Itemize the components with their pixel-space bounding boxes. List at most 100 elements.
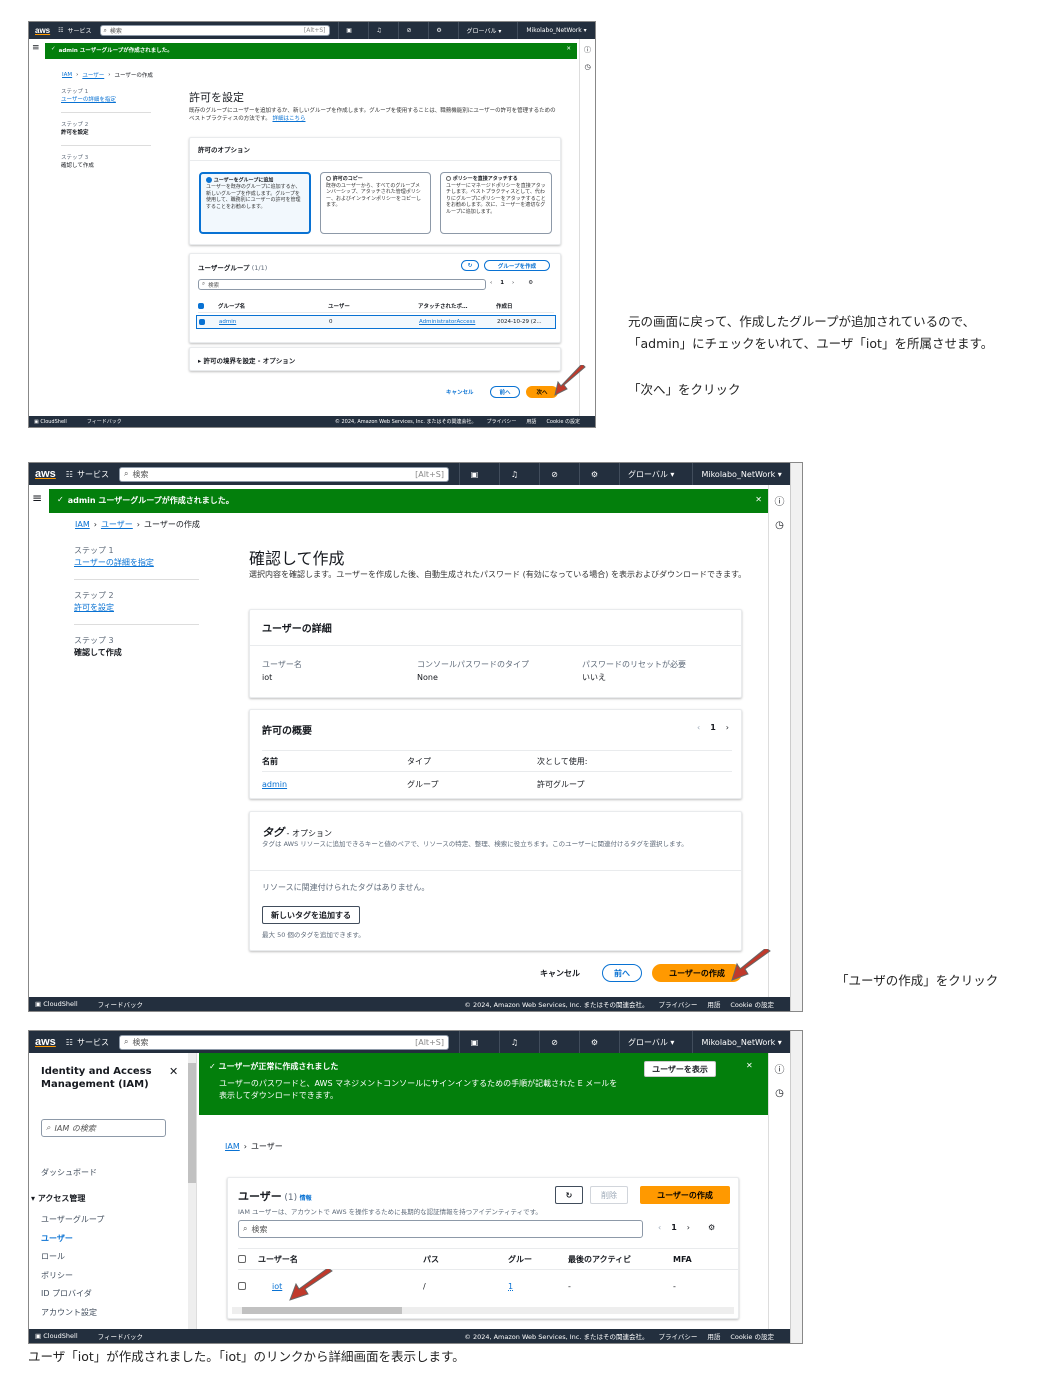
prev-page-icon[interactable]: ‹: [658, 1223, 661, 1232]
cloudshell-icon[interactable]: ▣: [458, 1031, 489, 1053]
cloudshell-link[interactable]: ▣ CloudShell: [35, 1000, 88, 1008]
group-admin-link[interactable]: admin: [219, 319, 329, 325]
learn-more-link[interactable]: 詳細はこちら: [272, 116, 305, 122]
boundary-card[interactable]: ▸ 許可の境界を設定 - オプション: [189, 347, 561, 371]
cloudshell-link[interactable]: ▣ CloudShell: [35, 1332, 88, 1340]
account-menu[interactable]: Mikolabo_NetWork ▾: [517, 22, 594, 39]
menu-icon[interactable]: ≡: [32, 491, 42, 505]
prev-button[interactable]: 前へ: [490, 386, 520, 398]
bell-icon[interactable]: ♫: [498, 463, 529, 485]
breadcrumb-users[interactable]: ユーザー: [82, 71, 104, 79]
help-icon[interactable]: ⊘: [397, 22, 420, 39]
row-checkbox[interactable]: [199, 319, 205, 325]
feedback-link[interactable]: フィードバック: [87, 418, 122, 425]
terms-link[interactable]: 用語: [526, 418, 536, 425]
row-checkbox[interactable]: [238, 1282, 246, 1290]
aws-logo[interactable]: aws: [35, 468, 56, 480]
feedback-link[interactable]: フィードバック: [98, 999, 143, 1009]
create-group-button[interactable]: グループを作成: [484, 260, 550, 271]
gear-icon[interactable]: ⚙: [427, 22, 450, 39]
option-attach-policy[interactable]: ポリシーを直接アタッチする ユーザーにマネージドポリシーを直接アタッチします。ベス…: [440, 172, 552, 234]
search-input[interactable]: ⌕ 検索 [Alt+S]: [118, 466, 449, 482]
user-iot-link[interactable]: iot: [258, 1282, 423, 1291]
settings-icon[interactable]: ⚙: [708, 1223, 715, 1232]
nav-access-management[interactable]: ▾ アクセス管理: [31, 1193, 85, 1204]
info-icon[interactable]: ⓘ: [775, 493, 785, 508]
breadcrumb-iam[interactable]: IAM: [225, 1142, 240, 1151]
scrollbar[interactable]: [790, 1031, 802, 1343]
table-scrollbar[interactable]: [232, 1307, 734, 1314]
groups-search[interactable]: ⌕ 検索: [198, 279, 486, 290]
select-all-checkbox[interactable]: [198, 302, 204, 309]
breadcrumb-iam[interactable]: IAM: [62, 72, 72, 78]
privacy-link[interactable]: プライバシー: [658, 999, 697, 1009]
breadcrumb-users[interactable]: ユーザー: [101, 519, 133, 530]
add-tag-button[interactable]: 新しいタグを追加する: [262, 906, 360, 924]
cancel-button[interactable]: キャンセル: [535, 964, 585, 982]
next-page-icon[interactable]: ›: [726, 723, 729, 732]
create-user-button[interactable]: ユーザーの作成: [640, 1186, 730, 1204]
select-all-checkbox[interactable]: [238, 1255, 246, 1263]
bell-icon[interactable]: ♫: [498, 1031, 529, 1053]
step-1-link[interactable]: ユーザーの詳細を指定: [74, 557, 199, 569]
nav-search-input[interactable]: ⌕ IAM の検索: [41, 1119, 166, 1137]
step-1-link[interactable]: ユーザーの詳細を指定: [61, 96, 151, 104]
nav-user-groups[interactable]: ユーザーグループ: [41, 1211, 104, 1230]
prev-button[interactable]: 前へ: [602, 964, 642, 982]
gear-icon[interactable]: ⚙: [578, 463, 609, 485]
clock-icon[interactable]: ◷: [584, 63, 590, 71]
privacy-link[interactable]: プライバシー: [487, 418, 517, 425]
info-icon[interactable]: ⓘ: [775, 1061, 785, 1076]
scrollbar[interactable]: [790, 463, 802, 1011]
cookie-link[interactable]: Cookie の設定: [730, 1331, 774, 1341]
policy-link[interactable]: AdministratorAccess: [419, 319, 497, 325]
option-add-to-group[interactable]: ユーザーをグループに追加 ユーザーを既存のグループに追加するか、新しいグループを作…: [199, 172, 311, 234]
cloudshell-icon[interactable]: ▣: [458, 463, 489, 485]
close-icon[interactable]: ✕: [755, 495, 762, 504]
delete-button[interactable]: 削除: [590, 1186, 628, 1204]
account-menu[interactable]: Mikolabo_NetWork ▾: [692, 463, 789, 485]
nav-roles[interactable]: ロール: [41, 1248, 104, 1267]
services-menu[interactable]: ☷ サービス: [66, 1037, 109, 1048]
breadcrumb-iam[interactable]: IAM: [75, 520, 90, 529]
table-row[interactable]: admin 0 AdministratorAccess 2024-10-29 (2..…: [196, 315, 556, 329]
region-menu[interactable]: グローバル ▾: [457, 22, 510, 39]
prev-page-icon[interactable]: ‹: [490, 280, 492, 286]
terms-link[interactable]: 用語: [707, 1331, 720, 1341]
region-menu[interactable]: グローバル ▾: [618, 1031, 682, 1053]
nav-account-settings[interactable]: アカウント設定: [41, 1304, 104, 1323]
privacy-link[interactable]: プライバシー: [658, 1331, 697, 1341]
bell-icon[interactable]: ♫: [367, 22, 390, 39]
info-icon[interactable]: ⓘ: [584, 45, 591, 55]
clock-icon[interactable]: ◷: [775, 1088, 784, 1099]
next-page-icon[interactable]: ›: [512, 280, 514, 286]
help-icon[interactable]: ⊘: [538, 463, 569, 485]
view-user-button[interactable]: ユーザーを表示: [644, 1061, 716, 1077]
search-input[interactable]: ⌕ 検索 [Alt+S]: [99, 25, 330, 36]
nav-dashboard[interactable]: ダッシュボード: [41, 1167, 97, 1178]
clock-icon[interactable]: ◷: [775, 520, 784, 531]
cloudshell-link[interactable]: ▣ CloudShell: [34, 419, 77, 425]
nav-users[interactable]: ユーザー: [41, 1230, 104, 1249]
cookie-link[interactable]: Cookie の設定: [730, 999, 774, 1009]
nav-id-providers[interactable]: ID プロバイダ: [41, 1285, 104, 1304]
cookie-link[interactable]: Cookie の設定: [546, 418, 580, 425]
perm-admin-link[interactable]: admin: [262, 780, 407, 789]
search-input[interactable]: ⌕ 検索 [Alt+S]: [118, 1034, 449, 1050]
refresh-button[interactable]: ↻: [555, 1186, 583, 1204]
close-icon[interactable]: ✕: [566, 46, 571, 52]
close-icon[interactable]: ✕: [169, 1065, 178, 1078]
services-menu[interactable]: ☷ サービス: [66, 469, 109, 480]
groups-count-link[interactable]: 1: [508, 1282, 568, 1291]
next-page-icon[interactable]: ›: [687, 1223, 690, 1232]
step-2-link[interactable]: 許可を設定: [74, 602, 199, 614]
region-menu[interactable]: グローバル ▾: [618, 463, 682, 485]
account-menu[interactable]: Mikolabo_NetWork ▾: [692, 1031, 789, 1053]
nav-scrollbar[interactable]: [188, 1053, 196, 1329]
option-copy-permissions[interactable]: 許可のコピー 既存のユーザーから、すべてのグループメンバーシップ、アタッチされた管…: [320, 172, 431, 234]
help-icon[interactable]: ⊘: [538, 1031, 569, 1053]
settings-icon[interactable]: ⚙: [528, 280, 533, 286]
services-menu[interactable]: ☷ サービス: [58, 26, 91, 35]
refresh-button[interactable]: ↻: [461, 260, 479, 271]
info-link[interactable]: 情報: [300, 1195, 312, 1202]
